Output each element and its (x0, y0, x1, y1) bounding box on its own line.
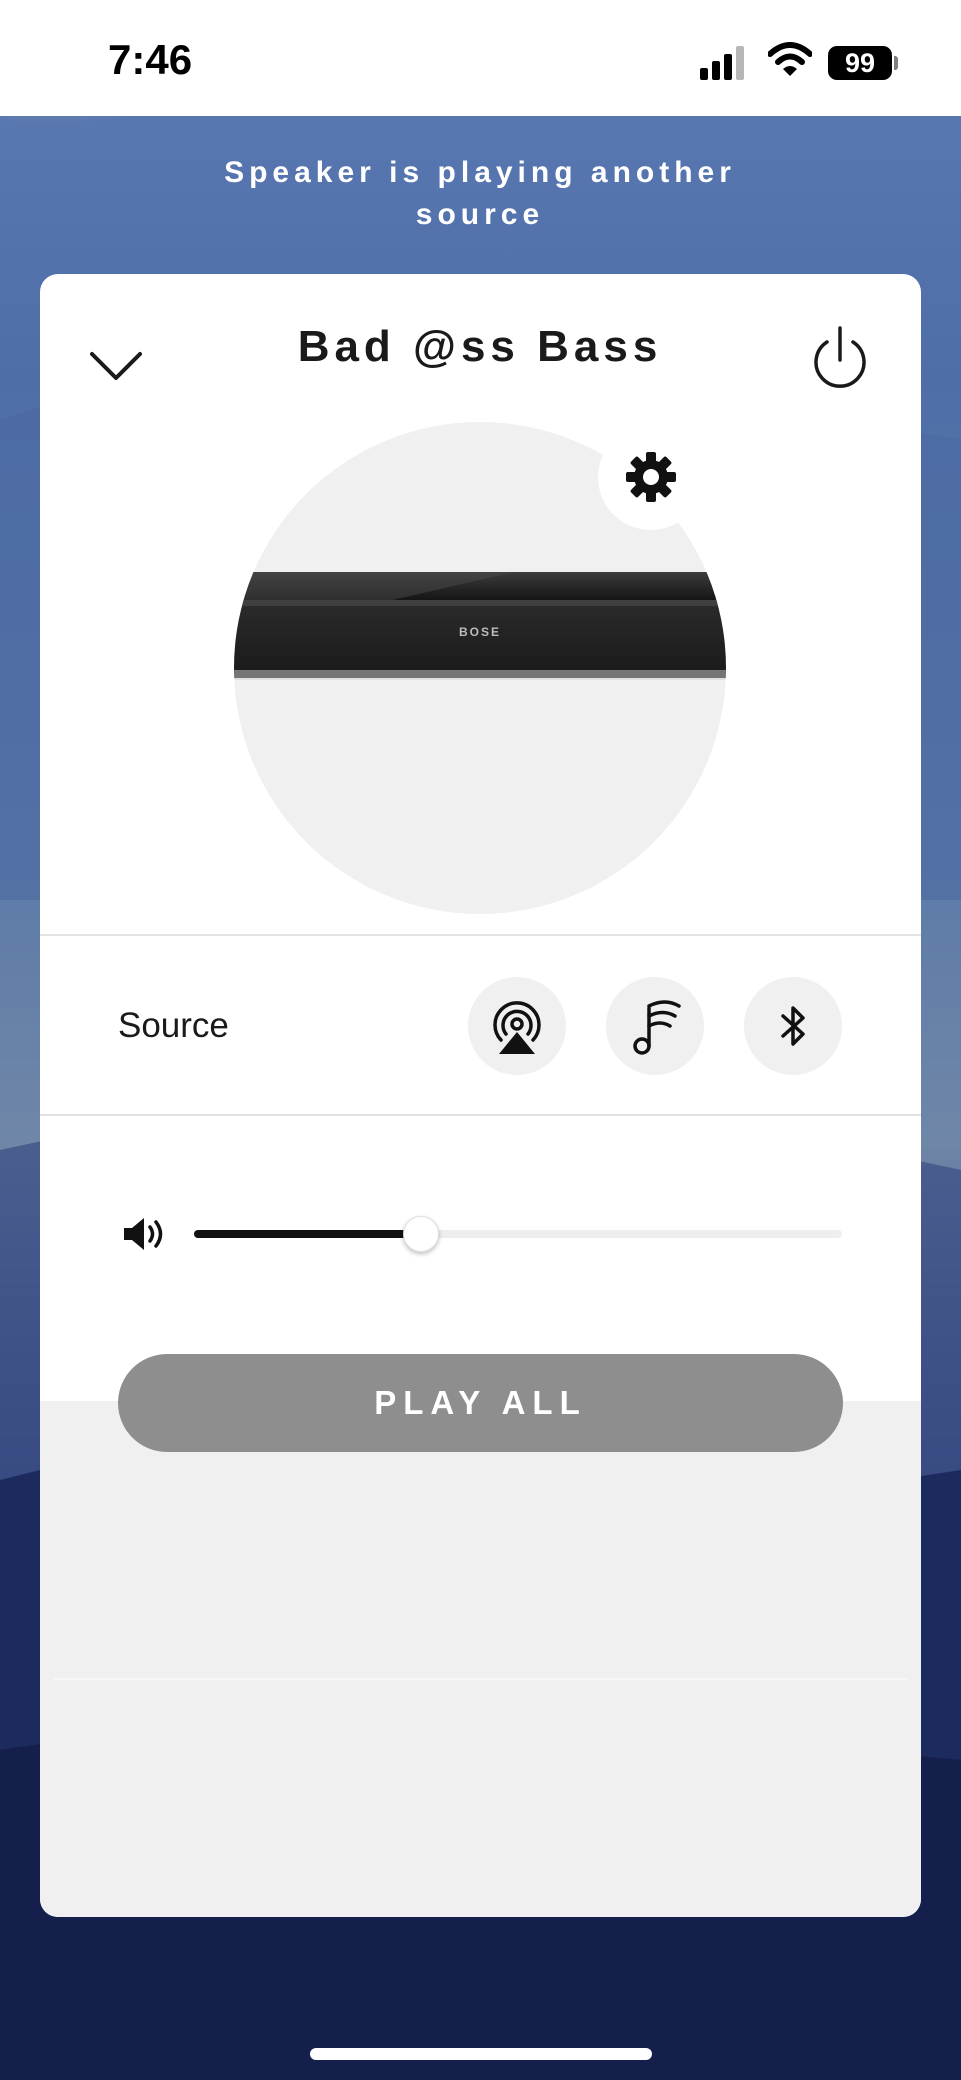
source-label: Source (118, 1006, 229, 1045)
airplay-icon (493, 1001, 541, 1054)
battery-icon: 99 (828, 46, 892, 80)
lower-panel-divider (54, 1678, 907, 1680)
home-indicator[interactable] (310, 2048, 652, 2060)
play-all-button[interactable]: PLAY ALL (118, 1354, 843, 1452)
speaker-volume-icon (124, 1218, 163, 1250)
playing-other-source-banner: Speaker is playing another source (224, 156, 736, 231)
power-icon (814, 326, 866, 388)
device-title: Bad @ss Bass (297, 322, 663, 371)
power-button[interactable] (810, 324, 870, 388)
volume-slider-thumb[interactable] (402, 1216, 439, 1252)
collapse-button[interactable] (86, 342, 146, 392)
status-time: 7:46 (108, 36, 193, 83)
divider-bottom (40, 1114, 921, 1116)
lower-panel (40, 1401, 921, 1917)
volume-slider-fill (194, 1230, 421, 1238)
speaker-brand-logo: BOSE (459, 625, 501, 639)
gear-icon (626, 452, 676, 502)
chevron-down-icon (90, 352, 142, 380)
divider-top (40, 934, 921, 936)
source-music-service-button[interactable] (606, 977, 704, 1075)
wifi-icon (768, 42, 812, 76)
music-wifi-icon (633, 1000, 681, 1055)
status-bar: 7:46 99 (0, 0, 961, 116)
source-airplay-button[interactable] (468, 977, 566, 1075)
battery-level: 99 (844, 48, 876, 78)
device-card: Bad @ss Bass BOSE Source PLAY ALL (40, 274, 921, 1917)
speaker-settings-button[interactable] (598, 424, 704, 530)
source-bluetooth-button[interactable] (744, 977, 842, 1075)
bluetooth-icon (781, 1006, 805, 1046)
cellular-signal-icon (700, 46, 744, 80)
battery-tip (894, 56, 898, 70)
volume-slider[interactable] (194, 1216, 842, 1252)
